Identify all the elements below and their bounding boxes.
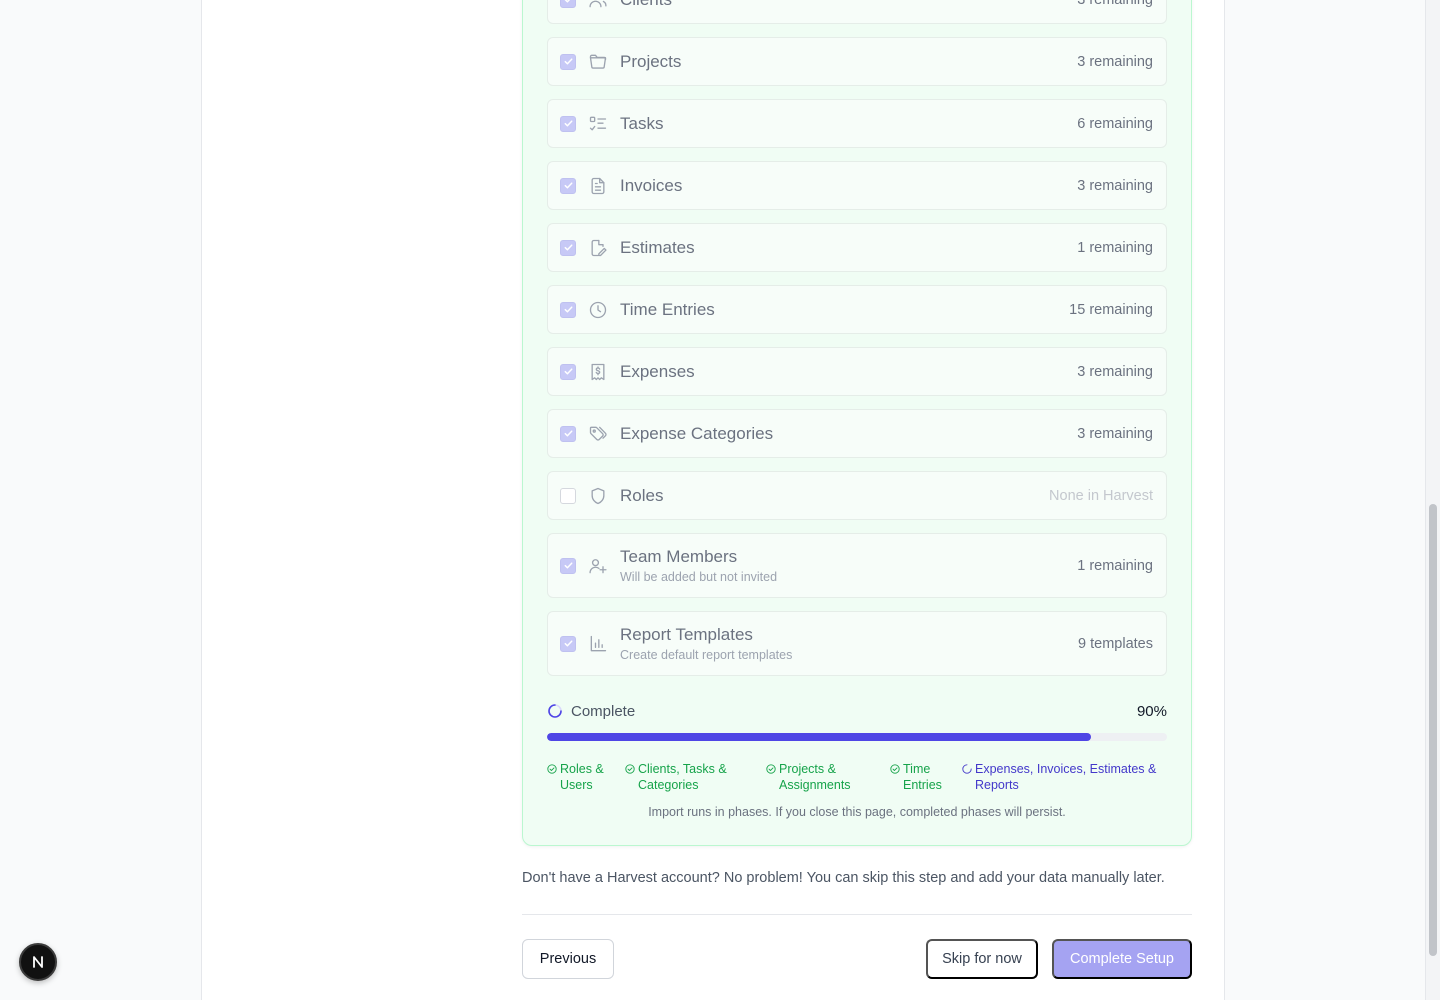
item-text: Team Members Will be added but not invite…	[620, 547, 1077, 585]
item-text: Expenses	[620, 362, 1077, 382]
item-label: Roles	[620, 485, 664, 505]
item-label: Report Templates	[620, 624, 753, 644]
import-item-projects[interactable]: Projects 3 remaining	[547, 37, 1167, 86]
previous-button[interactable]: Previous	[522, 939, 614, 979]
item-label: Expenses	[620, 361, 695, 381]
import-item-estimates[interactable]: Estimates 1 remaining	[547, 223, 1167, 272]
user-plus-icon	[588, 556, 608, 576]
skip-for-now-button[interactable]: Skip for now	[926, 939, 1038, 979]
item-label: Projects	[620, 51, 682, 71]
complete-setup-button[interactable]: Complete Setup	[1052, 939, 1192, 979]
item-text: Report Templates Create default report te…	[620, 625, 1078, 663]
item-label: Time Entries	[620, 299, 715, 319]
nextjs-dev-badge[interactable]	[19, 943, 57, 981]
item-remaining-count: 15 remaining	[1069, 301, 1153, 318]
item-text: Tasks	[620, 114, 1077, 134]
phase-label: Time Entries	[903, 762, 942, 792]
import-item-expense-categories[interactable]: Expense Categories 3 remaining	[547, 409, 1167, 458]
bar-chart-icon	[588, 634, 608, 654]
import-item-tasks[interactable]: Tasks 6 remaining	[547, 99, 1167, 148]
item-remaining-count: 3 remaining	[1077, 53, 1153, 70]
item-text: Roles	[620, 486, 1049, 506]
progress-label: Complete	[571, 702, 636, 720]
item-remaining-count: 1 remaining	[1077, 239, 1153, 256]
item-checkbox[interactable]	[560, 487, 576, 504]
import-item-expenses[interactable]: Expenses 3 remaining	[547, 347, 1167, 396]
phase-label: Clients, Tasks & Categories	[638, 762, 727, 792]
item-remaining-count: 6 remaining	[1077, 115, 1153, 132]
item-text: Projects	[620, 52, 1077, 72]
item-label: Invoices	[620, 175, 683, 195]
item-remaining-count: 3 remaining	[1077, 177, 1153, 194]
import-item-clients[interactable]: Clients3 remaining	[547, 0, 1167, 24]
checklist-icon	[588, 114, 608, 134]
document-icon	[588, 176, 608, 196]
progress-bar	[547, 733, 1167, 741]
phase-label: Projects & Assignments	[779, 762, 851, 792]
item-checkbox[interactable]	[560, 53, 576, 70]
import-item-roles[interactable]: Roles None in Harvest	[547, 471, 1167, 520]
footer-divider	[522, 914, 1192, 915]
shield-icon	[588, 486, 608, 506]
loading-spinner-icon	[547, 703, 563, 719]
phase-3: Projects & Assignments	[766, 761, 884, 793]
item-checkbox[interactable]	[560, 177, 576, 194]
import-item-time-entries[interactable]: Time Entries 15 remaining	[547, 285, 1167, 334]
item-label: Estimates	[620, 237, 695, 257]
clock-icon	[588, 300, 608, 320]
progress-percent: 90%	[1136, 702, 1167, 720]
item-remaining-count: 3 remaining	[1077, 0, 1153, 8]
loading-spinner-icon	[962, 764, 972, 774]
item-checkbox[interactable]	[560, 115, 576, 132]
item-checkbox[interactable]	[560, 635, 576, 652]
phase-note: Import runs in phases. If you close this…	[648, 805, 1066, 819]
phase-2: Clients, Tasks & Categories	[625, 761, 761, 793]
phase-1: Roles & Users	[547, 761, 619, 793]
item-checkbox[interactable]	[560, 557, 576, 574]
progress-bar-fill	[547, 733, 1091, 741]
item-remaining-count: None in Harvest	[1049, 487, 1153, 504]
phase-label: Roles & Users	[560, 762, 604, 792]
item-remaining-count: 3 remaining	[1077, 363, 1153, 380]
item-remaining-count: 1 remaining	[1077, 557, 1153, 574]
import-item-team-members[interactable]: Team Members Will be added but not invite…	[547, 533, 1167, 598]
import-progress-header: Complete 90%	[547, 700, 1167, 722]
tags-icon	[588, 424, 608, 444]
item-checkbox[interactable]	[560, 425, 576, 442]
item-text: Time Entries	[620, 300, 1069, 320]
item-label: Clients	[620, 0, 1077, 10]
item-checkbox[interactable]	[560, 239, 576, 256]
phase-4: Time Entries	[890, 761, 956, 793]
skip-info-text: Don't have a Harvest account? No problem…	[522, 870, 1165, 886]
edit-document-icon	[588, 238, 608, 258]
n-logo-icon	[33, 956, 43, 968]
item-remaining-count: 9 templates	[1078, 635, 1153, 652]
phase-5: Expenses, Invoices, Estimates & Reports	[962, 761, 1167, 793]
check-circle-icon	[766, 764, 776, 774]
import-item-report-templates[interactable]: Report Templates Create default report te…	[547, 611, 1167, 676]
folder-icon	[588, 52, 608, 72]
item-label: Team Members	[620, 546, 738, 566]
item-checkbox[interactable]	[560, 363, 576, 380]
item-sublabel: Create default report templates	[620, 647, 793, 662]
item-text: Expense Categories	[620, 424, 1077, 444]
item-remaining-count: 3 remaining	[1077, 425, 1153, 442]
item-checkbox[interactable]	[560, 0, 576, 8]
check-circle-icon	[547, 764, 557, 774]
item-text: Clients	[620, 0, 1077, 10]
users-icon	[588, 0, 608, 10]
receipt-icon	[588, 362, 608, 382]
item-text: Estimates	[620, 238, 1077, 258]
scrollbar-thumb[interactable]	[1429, 504, 1437, 956]
item-checkbox[interactable]	[560, 301, 576, 318]
item-label: Tasks	[620, 113, 664, 133]
item-text: Invoices	[620, 176, 1077, 196]
import-item-invoices[interactable]: Invoices 3 remaining	[547, 161, 1167, 210]
check-circle-icon	[890, 764, 900, 774]
phase-label: Expenses, Invoices, Estimates & Reports	[975, 762, 1157, 792]
item-sublabel: Will be added but not invited	[620, 569, 778, 584]
check-circle-icon	[625, 764, 635, 774]
item-label: Expense Categories	[620, 423, 774, 443]
